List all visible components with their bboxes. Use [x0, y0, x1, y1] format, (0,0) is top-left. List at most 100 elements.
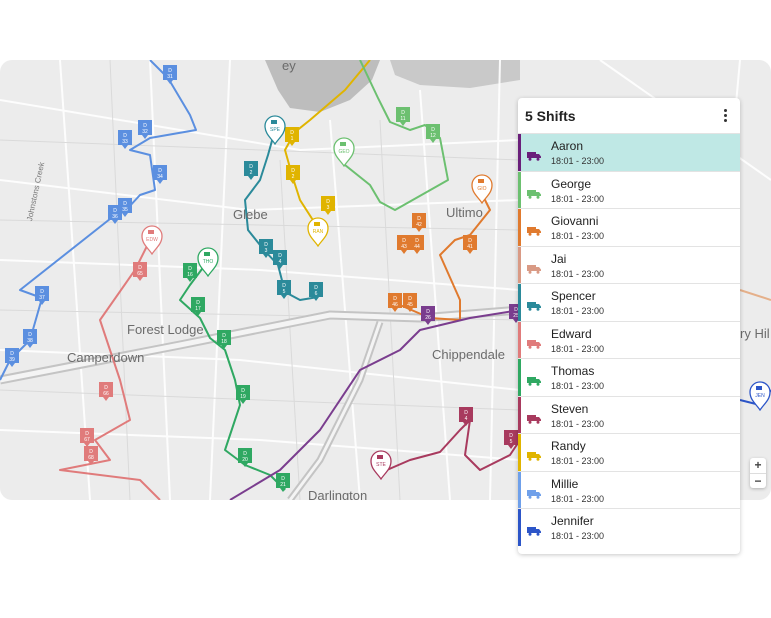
stop-marker[interactable]: D21: [276, 473, 290, 492]
svg-text:4: 4: [279, 259, 282, 265]
stop-marker[interactable]: D42: [412, 213, 426, 232]
stop-marker[interactable]: D18: [217, 330, 231, 349]
shift-row[interactable]: Giovanni 18:01 - 23:00: [518, 208, 740, 246]
depot-pin[interactable]: GIO: [471, 174, 493, 205]
zoom-out-button[interactable]: −: [750, 473, 766, 488]
svg-text:4: 4: [465, 416, 468, 422]
svg-text:1: 1: [291, 136, 294, 142]
shift-list: Aaron 18:01 - 23:00 George 18:01 - 23:00…: [518, 133, 740, 546]
stop-marker[interactable]: D39: [5, 348, 19, 367]
stop-marker[interactable]: D38: [23, 329, 37, 348]
svg-text:19: 19: [240, 394, 246, 400]
truck-icon: [527, 223, 541, 236]
shift-row[interactable]: George 18:01 - 23:00: [518, 170, 740, 208]
stop-marker[interactable]: D6: [309, 282, 323, 301]
stop-marker[interactable]: D17: [191, 297, 205, 316]
shift-time: 18:01 - 23:00: [551, 343, 605, 354]
svg-text:34: 34: [157, 174, 163, 180]
depot-pin[interactable]: STE: [370, 450, 392, 481]
svg-text:45: 45: [407, 302, 413, 308]
svg-text:5: 5: [510, 439, 513, 445]
stop-marker[interactable]: D12: [426, 124, 440, 143]
depot-pin[interactable]: RAN: [307, 217, 329, 248]
shift-row[interactable]: Millie 18:01 - 23:00: [518, 470, 740, 508]
shift-row[interactable]: Steven 18:01 - 23:00: [518, 395, 740, 433]
shift-time: 18:01 - 23:00: [551, 381, 605, 391]
zoom-in-button[interactable]: +: [750, 458, 766, 473]
svg-text:18: 18: [221, 339, 227, 345]
stop-marker[interactable]: D68: [84, 446, 98, 465]
stop-marker[interactable]: D43: [397, 235, 411, 254]
zoom-control: + −: [750, 458, 766, 488]
svg-text:35: 35: [122, 207, 128, 213]
truck-icon: [527, 298, 541, 311]
stop-marker[interactable]: D4: [459, 407, 473, 426]
stop-marker[interactable]: D67: [80, 428, 94, 447]
stop-marker[interactable]: D46: [388, 293, 402, 312]
stop-marker[interactable]: D45: [403, 293, 417, 312]
svg-text:26: 26: [425, 315, 431, 321]
stop-marker[interactable]: D16: [183, 263, 197, 282]
stop-marker[interactable]: D2: [244, 161, 258, 180]
stop-marker[interactable]: D33: [118, 130, 132, 149]
depot-pin[interactable]: SPE: [264, 115, 286, 146]
stop-marker[interactable]: D32: [138, 120, 152, 139]
svg-text:JEN: JEN: [755, 393, 765, 399]
stop-marker[interactable]: D26: [421, 306, 435, 325]
depot-pin[interactable]: JEN: [749, 381, 771, 412]
shift-name: Thomas: [551, 364, 595, 378]
shift-color-bar: [518, 509, 521, 546]
stop-marker[interactable]: D19: [236, 385, 250, 404]
panel-header: 5 Shifts: [518, 98, 740, 133]
stop-marker[interactable]: D2: [286, 165, 300, 184]
stop-marker[interactable]: D31: [163, 65, 177, 84]
shift-row[interactable]: Spencer 18:01 - 23:00: [518, 283, 740, 321]
shift-row[interactable]: Thomas 18:01 - 23:00: [518, 358, 740, 396]
stop-marker[interactable]: D20: [238, 448, 252, 467]
svg-text:6: 6: [315, 291, 318, 297]
depot-pin[interactable]: GEO: [333, 137, 355, 168]
shift-row[interactable]: Edward 18:01 - 23:00: [518, 320, 740, 358]
svg-text:11: 11: [400, 116, 405, 122]
shift-row[interactable]: Jai 18:01 - 23:00: [518, 245, 740, 283]
stop-marker[interactable]: D11: [396, 107, 410, 126]
shift-row[interactable]: Randy 18:01 - 23:00: [518, 433, 740, 471]
svg-text:THO: THO: [203, 259, 214, 265]
shift-row[interactable]: Aaron 18:01 - 23:00: [518, 133, 740, 171]
svg-text:38: 38: [27, 338, 33, 344]
depot-pin[interactable]: THO: [197, 247, 219, 278]
svg-text:65: 65: [137, 271, 143, 277]
shift-color-bar: [518, 284, 521, 321]
shift-time: 18:01 - 23:00: [551, 456, 605, 466]
stop-marker[interactable]: D65: [133, 262, 147, 281]
truck-icon: [527, 411, 541, 424]
truck-icon: [527, 523, 541, 536]
shift-row[interactable]: Jennifer 18:01 - 23:00: [518, 508, 740, 546]
stop-marker[interactable]: D34: [153, 165, 167, 184]
stop-marker[interactable]: D44: [410, 235, 424, 254]
stop-marker[interactable]: D1: [285, 127, 299, 146]
truck-icon: [527, 373, 541, 386]
svg-text:43: 43: [401, 244, 407, 250]
svg-text:3: 3: [265, 248, 268, 254]
depot-pin[interactable]: EDW: [141, 225, 163, 256]
svg-text:17: 17: [195, 306, 201, 312]
stop-marker[interactable]: D37: [35, 286, 49, 305]
stop-marker[interactable]: D36: [108, 205, 122, 224]
shift-time: 18:01 - 23:00: [551, 531, 605, 541]
stop-marker[interactable]: D4: [273, 250, 287, 269]
svg-text:32: 32: [142, 129, 148, 135]
stop-marker[interactable]: D5: [277, 280, 291, 299]
more-vert-icon[interactable]: [718, 108, 732, 124]
svg-text:67: 67: [84, 437, 90, 443]
shift-name: Jennifer: [551, 514, 594, 528]
svg-text:44: 44: [414, 244, 420, 250]
panel-title: 5 Shifts: [525, 107, 576, 124]
stop-marker[interactable]: D3: [321, 196, 335, 215]
stop-marker[interactable]: D41: [463, 235, 477, 254]
truck-icon: [527, 186, 541, 199]
shift-name: Aaron: [551, 139, 584, 153]
stop-marker[interactable]: D3: [259, 239, 273, 258]
stop-marker[interactable]: D66: [99, 382, 113, 401]
stop-marker[interactable]: D5: [504, 430, 518, 449]
